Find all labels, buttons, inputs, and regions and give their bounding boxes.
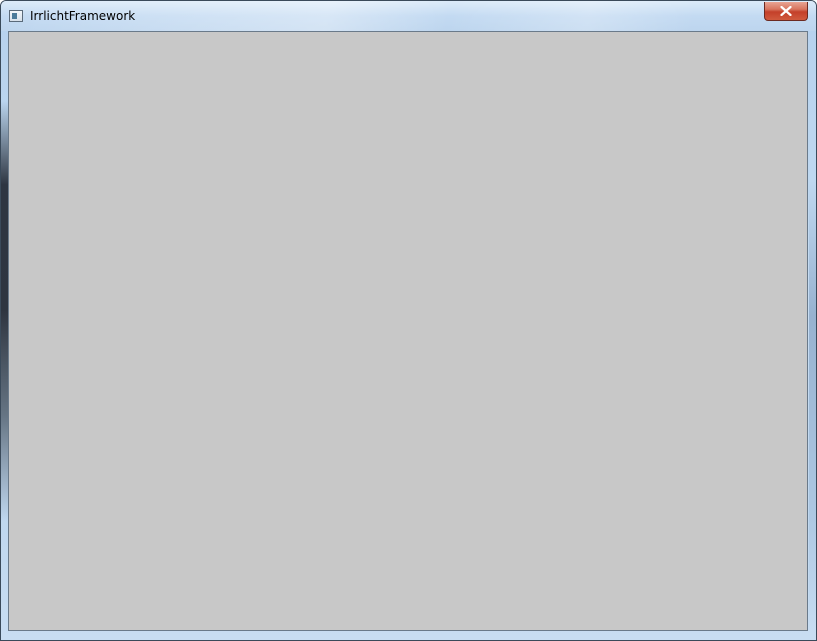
- window-title: IrrlichtFramework: [30, 9, 136, 23]
- application-window: IrrlichtFramework: [0, 0, 817, 641]
- close-button[interactable]: [764, 2, 808, 21]
- frame-glass-left: [1, 101, 8, 521]
- application-window-icon[interactable]: [9, 10, 23, 22]
- title-bar[interactable]: IrrlichtFramework: [1, 1, 816, 31]
- frame-glass-right: [809, 181, 816, 631]
- close-x-icon: [780, 6, 792, 16]
- render-viewport[interactable]: [8, 31, 808, 631]
